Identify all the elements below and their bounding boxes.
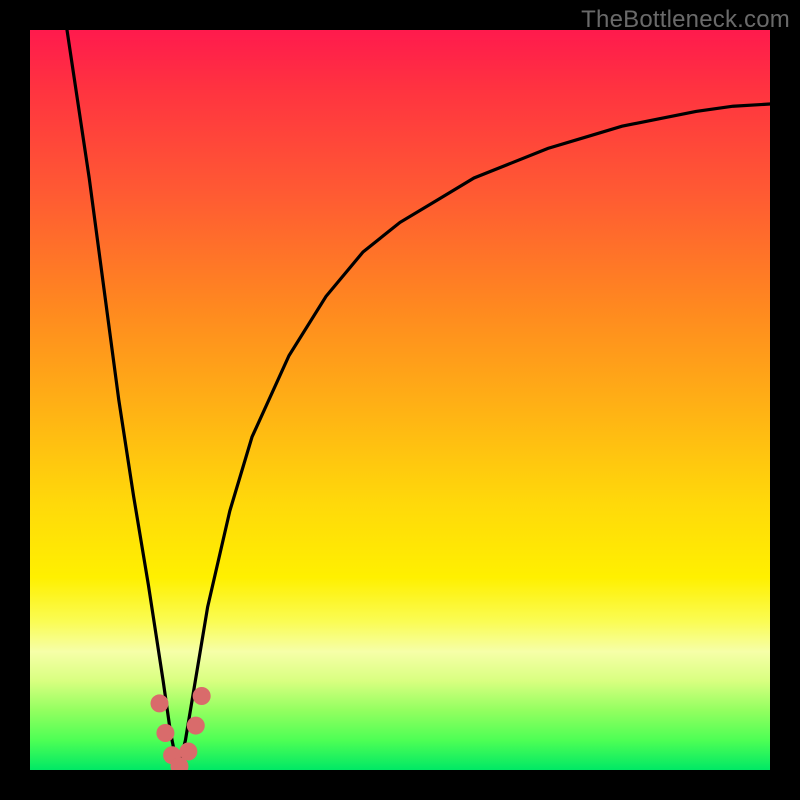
chart-frame: TheBottleneck.com bbox=[0, 0, 800, 800]
bottleneck-curve bbox=[67, 30, 770, 770]
marker-cluster bbox=[151, 687, 211, 770]
marker-dot bbox=[179, 743, 197, 761]
attribution-watermark: TheBottleneck.com bbox=[581, 6, 790, 34]
marker-dot bbox=[187, 717, 205, 735]
plot-svg bbox=[30, 30, 770, 770]
plot-area bbox=[30, 30, 770, 770]
marker-dot bbox=[193, 687, 211, 705]
marker-dot bbox=[151, 694, 169, 712]
curve-layer bbox=[67, 30, 770, 770]
marker-dot bbox=[156, 724, 174, 742]
